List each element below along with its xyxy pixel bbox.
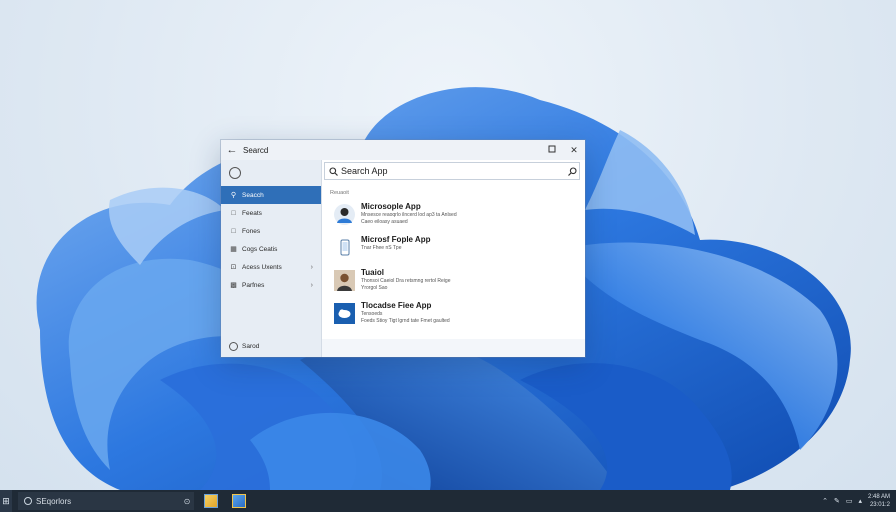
clock[interactable]: 2:48 AM 23:01:2 <box>868 493 890 509</box>
start-icon[interactable]: ⊞ <box>0 490 12 512</box>
network-icon[interactable]: ▴ <box>858 497 862 505</box>
result-description: Foeds Stioy Tigt lgrnd tate Fmet gaulted <box>361 318 450 324</box>
search-submit-icon[interactable] <box>565 166 579 176</box>
sidebar-item-acess-uxents[interactable]: ⊡ Acess Uxents › <box>221 258 321 276</box>
sidebar-item-label: Acess Uxents <box>242 263 282 271</box>
results-list: Microsople App Mnsesce reaoqrlo ilncerd … <box>322 202 585 334</box>
pen-icon[interactable]: ✎ <box>834 497 840 505</box>
sidebar-item-cogs-ceatis[interactable]: ▦ Cogs Ceatis <box>221 240 321 258</box>
chevron-up-icon[interactable]: ⌃ <box>822 497 828 505</box>
sidebar-item-label: Seacch <box>242 191 264 199</box>
result-description: Tensoeds <box>361 311 383 317</box>
clock-date: 23:01:2 <box>869 502 890 508</box>
grid-icon: ▩ <box>230 282 237 289</box>
sidebar-nav: ⚲ Seacch □ Feeats □ Fones ▦ Cogs Ceatis … <box>221 186 321 294</box>
window-title: Searcd <box>243 145 269 155</box>
system-tray: ⌃ ✎ ▭ ▴ 2:48 AM 23:01:2 <box>822 493 896 509</box>
taskbar-search[interactable]: SEqorlors ⊙ <box>18 492 194 510</box>
result-description: Caeo eiloasy asuaed <box>361 219 408 225</box>
chevron-right-icon: › <box>310 263 313 271</box>
result-item[interactable]: Tuaiol Thonsoi Caeiol Dra retsmng rertol… <box>322 268 585 301</box>
restore-icon[interactable] <box>541 145 563 155</box>
sidebar-item-label: Sarod <box>242 342 260 350</box>
chevron-right-icon: › <box>310 281 313 289</box>
result-description: Yrorgol Sao <box>361 285 388 291</box>
search-box[interactable] <box>324 162 580 180</box>
battery-icon[interactable]: ▭ <box>846 497 853 505</box>
sidebar-item-parfnes[interactable]: ▩ Parfnes › <box>221 276 321 294</box>
result-item[interactable]: Microsople App Mnsesce reaoqrlo ilncerd … <box>322 202 585 235</box>
sidebar-item-search[interactable]: ⚲ Seacch <box>221 186 321 204</box>
sidebar-item-fones[interactable]: □ Fones <box>221 222 321 240</box>
search-content-panel: Reuaoit Microsople App Mnsesce reaoqrlo … <box>322 160 585 339</box>
app-window: ← Searcd ✕ ⚲ Seacch □ Feeats □ Fones ▦ C… <box>221 140 585 357</box>
sidebar-item-label: Parfnes <box>242 281 265 289</box>
results-section-label: Reuaoit <box>330 190 349 196</box>
result-item[interactable]: Tlocadse Fiee App Tensoeds Foeds Stioy T… <box>322 301 585 334</box>
person-photo-icon <box>334 270 355 291</box>
phone-app-icon <box>340 239 350 256</box>
page-icon: □ <box>231 227 236 235</box>
sidebar-item-label: Cogs Ceatis <box>242 245 278 253</box>
result-name: Microsople App <box>361 202 421 211</box>
search-input[interactable] <box>341 166 565 176</box>
arrow-left-icon[interactable]: ← <box>221 144 243 156</box>
result-description: Thonsoi Caeiol Dra retsmng rertol Reige <box>361 278 451 284</box>
page-icon: □ <box>231 209 236 217</box>
search-ring-icon <box>24 497 32 505</box>
sidebar: ⚲ Seacch □ Feeats □ Fones ▦ Cogs Ceatis … <box>221 160 322 357</box>
taskbar-search-label: SEqorlors <box>36 496 72 506</box>
folder-icon: ▦ <box>230 246 237 253</box>
result-name: Tlocadse Fiee App <box>361 301 432 310</box>
search-icon: ⚲ <box>230 192 237 199</box>
clock-time: 2:48 AM <box>867 494 890 500</box>
store-app-icon[interactable] <box>228 490 250 512</box>
result-description: Tnar Fhee nS Tpe <box>361 245 402 251</box>
result-item[interactable]: Microsf Fople App Tnar Fhee nS Tpe <box>322 235 585 268</box>
sidebar-item-feeats[interactable]: □ Feeats <box>221 204 321 222</box>
mic-icon[interactable]: ⊙ <box>180 497 194 506</box>
cloud-app-icon <box>334 303 355 324</box>
result-name: Tuaiol <box>361 268 384 277</box>
sidebar-item-settings[interactable]: Sarod <box>221 339 329 353</box>
settings-icon <box>229 341 238 351</box>
search-icon <box>325 166 341 176</box>
taskbar: ⊞ SEqorlors ⊙ ⌃ ✎ ▭ ▴ 2:48 AM 23:01:2 <box>0 490 896 512</box>
result-description: Mnsesce reaoqrlo ilncerd lod ap3 ta Anls… <box>361 212 457 218</box>
person-avatar-icon <box>334 204 355 225</box>
sidebar-item-label: Fones <box>242 227 261 235</box>
sidebar-item-label: Feeats <box>242 209 262 217</box>
profile-icon[interactable] <box>229 167 241 179</box>
result-name: Microsf Fople App <box>361 235 431 244</box>
explorer-app-icon[interactable] <box>200 490 222 512</box>
apps-icon: ⊡ <box>230 264 237 271</box>
close-icon[interactable]: ✕ <box>563 145 585 156</box>
title-bar[interactable]: ← Searcd ✕ <box>221 140 585 160</box>
